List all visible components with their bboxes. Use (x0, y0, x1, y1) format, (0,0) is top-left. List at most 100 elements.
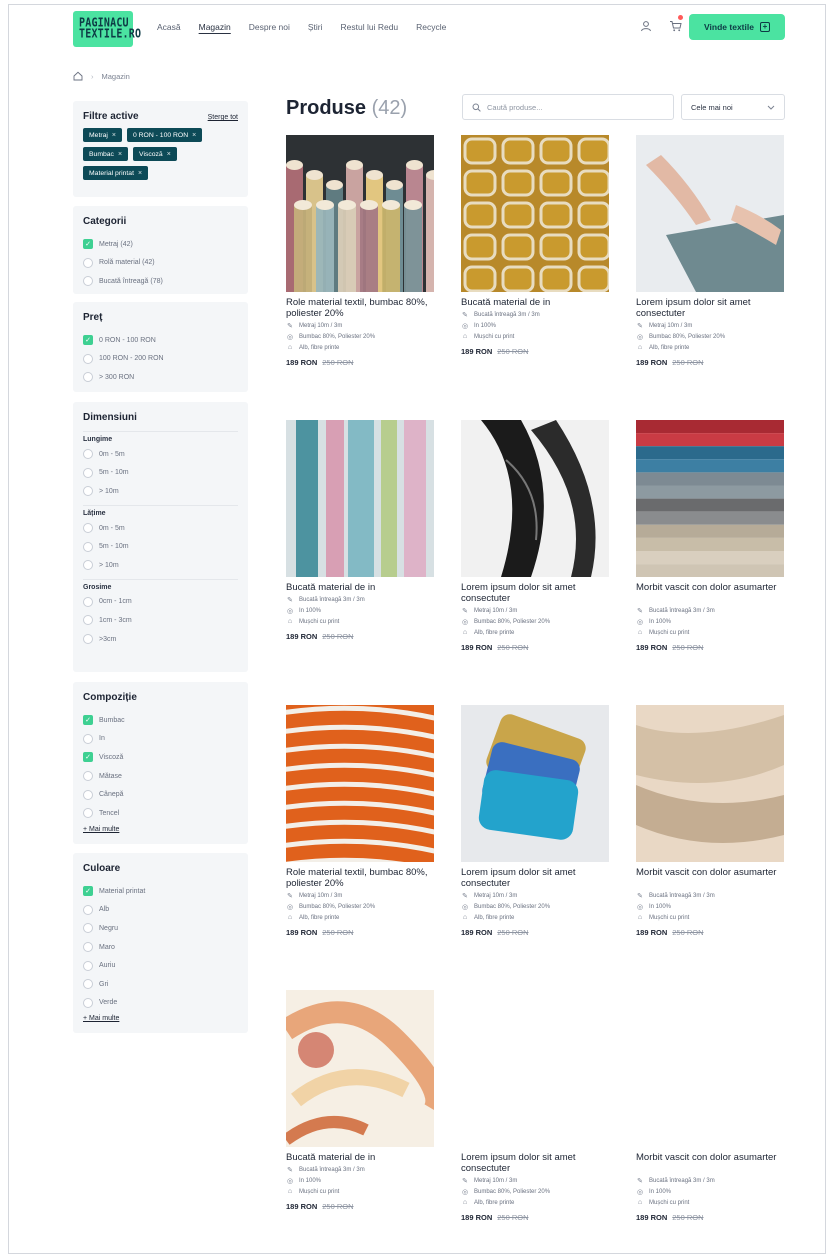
checkbox[interactable] (83, 560, 93, 571)
color-option[interactable]: Auriu (83, 956, 238, 975)
composition-option[interactable]: ✓ Bumbac (83, 711, 238, 730)
product-name[interactable]: Bucată material de in (286, 1152, 434, 1164)
product-name[interactable]: Bucată material de in (286, 582, 434, 594)
filter-chip-bumbac[interactable]: Bumbac × (83, 147, 129, 161)
checkbox[interactable] (83, 541, 93, 552)
close-icon[interactable]: × (167, 151, 171, 158)
checkbox-checked-icon[interactable]: ✓ (83, 752, 93, 763)
checkbox[interactable] (83, 997, 93, 1008)
filter-chip-metraj[interactable]: Metraj × (83, 128, 122, 142)
product-card[interactable]: Bucată material de in ✎ Bucată întreagă 3m… (461, 135, 609, 356)
checkbox[interactable] (83, 789, 93, 800)
nav-acasa[interactable]: Acasă (157, 22, 181, 32)
color-option[interactable]: ✓ Material printat (83, 882, 238, 901)
dimension-option[interactable]: 0cm - 1cm (83, 593, 238, 612)
cart-icon[interactable] (668, 20, 682, 34)
checkbox[interactable] (83, 634, 93, 645)
filter-chip-viscoza[interactable]: Viscoză × (133, 147, 177, 161)
product-card[interactable]: Morbit vascit con dolor asumarter ✎ Bucată… (636, 990, 784, 1222)
close-icon[interactable]: × (138, 170, 142, 177)
breadcrumb-current[interactable]: Magazin (102, 72, 130, 81)
checkbox[interactable] (83, 923, 93, 934)
home-icon[interactable] (73, 71, 83, 81)
checkbox[interactable] (83, 257, 93, 268)
checkbox[interactable] (83, 372, 93, 383)
checkbox-checked-icon[interactable]: ✓ (83, 335, 93, 346)
product-name[interactable]: Morbit vascit con dolor asumarter (636, 1152, 784, 1175)
search-box[interactable] (462, 94, 674, 120)
checkbox[interactable] (83, 353, 93, 364)
checkbox[interactable] (83, 771, 93, 782)
color-option[interactable]: Gri (83, 975, 238, 994)
checkbox[interactable] (83, 486, 93, 497)
nav-recycle[interactable]: Recycle (416, 22, 446, 32)
product-name[interactable]: Lorem ipsum dolor sit amet consectuter (461, 867, 609, 890)
checkbox[interactable] (83, 904, 93, 915)
checkbox[interactable] (83, 942, 93, 953)
composition-option[interactable]: Mătase (83, 767, 238, 786)
product-image[interactable] (636, 420, 784, 577)
sort-select[interactable]: Cele mai noi (681, 94, 785, 120)
dimension-option[interactable]: > 10m (83, 556, 238, 575)
dimension-option[interactable]: 0m - 5m (83, 519, 238, 538)
dimension-option[interactable]: >3cm (83, 630, 238, 649)
checkbox[interactable] (83, 733, 93, 744)
product-name[interactable]: Morbit vascit con dolor asumarter (636, 582, 784, 605)
user-icon[interactable] (639, 20, 653, 34)
product-image[interactable] (461, 420, 609, 577)
nav-restul-lui-redu[interactable]: Restul lui Redu (341, 22, 399, 32)
composition-option[interactable]: Cânepă (83, 785, 238, 804)
nav-magazin[interactable]: Magazin (199, 22, 231, 32)
color-option[interactable]: Alb (83, 901, 238, 920)
product-image[interactable] (461, 135, 609, 292)
product-name[interactable]: Role material textil, bumbac 80%, polies… (286, 867, 434, 890)
checkbox[interactable] (83, 615, 93, 626)
color-more-link[interactable]: + Mai multe (83, 1015, 238, 1022)
product-name[interactable]: Role material textil, bumbac 80%, polies… (286, 297, 434, 320)
composition-option[interactable]: ✓ Viscoză (83, 748, 238, 767)
composition-option[interactable]: In (83, 730, 238, 749)
price-option[interactable]: ✓ 0 RON - 100 RON (83, 331, 238, 350)
product-image[interactable] (636, 135, 784, 292)
product-card[interactable]: Bucată material de in ✎ Bucată întreagă 3m… (286, 990, 434, 1211)
search-input[interactable] (487, 102, 657, 112)
product-card[interactable]: Bucată material de in ✎ Bucată întreagă 3m… (286, 420, 434, 641)
composition-more-link[interactable]: + Mai multe (83, 826, 238, 833)
close-icon[interactable]: × (112, 132, 116, 139)
dimension-option[interactable]: 0m - 5m (83, 445, 238, 464)
product-image[interactable] (461, 990, 609, 1147)
product-image[interactable] (461, 705, 609, 862)
color-option[interactable]: Maro (83, 938, 238, 957)
close-icon[interactable]: × (118, 151, 122, 158)
filter-chip-material-printat[interactable]: Material printat × (83, 166, 149, 180)
product-card[interactable]: Lorem ipsum dolor sit amet consectuter ✎ M… (461, 420, 609, 652)
product-card[interactable]: Lorem ipsum dolor sit amet consectuter ✎ M… (461, 705, 609, 937)
clear-filters-link[interactable]: Șterge tot (208, 114, 238, 121)
category-option[interactable]: ✓ Metraj (42) (83, 235, 238, 254)
checkbox-checked-icon[interactable]: ✓ (83, 239, 93, 250)
nav-stiri[interactable]: Știri (308, 22, 323, 32)
checkbox[interactable] (83, 467, 93, 478)
color-option[interactable]: Verde (83, 994, 238, 1013)
product-card[interactable]: Role material textil, bumbac 80%, polies… (286, 705, 434, 937)
category-option[interactable]: Bucată întreagă (78) (83, 272, 238, 291)
filter-chip-price[interactable]: 0 RON - 100 RON × (126, 128, 203, 142)
site-logo[interactable]: PAGINACU TEXTILE.RO (73, 11, 141, 47)
product-card[interactable]: Role material textil, bumbac 80%, polies… (286, 135, 434, 367)
product-card[interactable]: Morbit vascit con dolor asumarter ✎ Bucată… (636, 705, 784, 937)
checkbox[interactable] (83, 449, 93, 460)
checkbox-checked-icon[interactable]: ✓ (83, 886, 93, 897)
checkbox[interactable] (83, 808, 93, 819)
product-image[interactable] (636, 705, 784, 862)
dimension-option[interactable]: > 10m (83, 482, 238, 501)
checkbox[interactable] (83, 596, 93, 607)
category-option[interactable]: Rolă material (42) (83, 254, 238, 273)
product-card[interactable]: Lorem ipsum dolor sit amet consectuter ✎ M… (461, 990, 609, 1222)
checkbox-checked-icon[interactable]: ✓ (83, 715, 93, 726)
product-card[interactable]: Morbit vascit con dolor asumarter ✎ Bucată… (636, 420, 784, 652)
dimension-option[interactable]: 5m - 10m (83, 464, 238, 483)
checkbox[interactable] (83, 523, 93, 534)
product-name[interactable]: Lorem ipsum dolor sit amet consectuter (461, 1152, 609, 1175)
product-card[interactable]: Lorem ipsum dolor sit amet consectuter ✎ M… (636, 135, 784, 367)
product-name[interactable]: Lorem ipsum dolor sit amet consectuter (461, 582, 609, 605)
